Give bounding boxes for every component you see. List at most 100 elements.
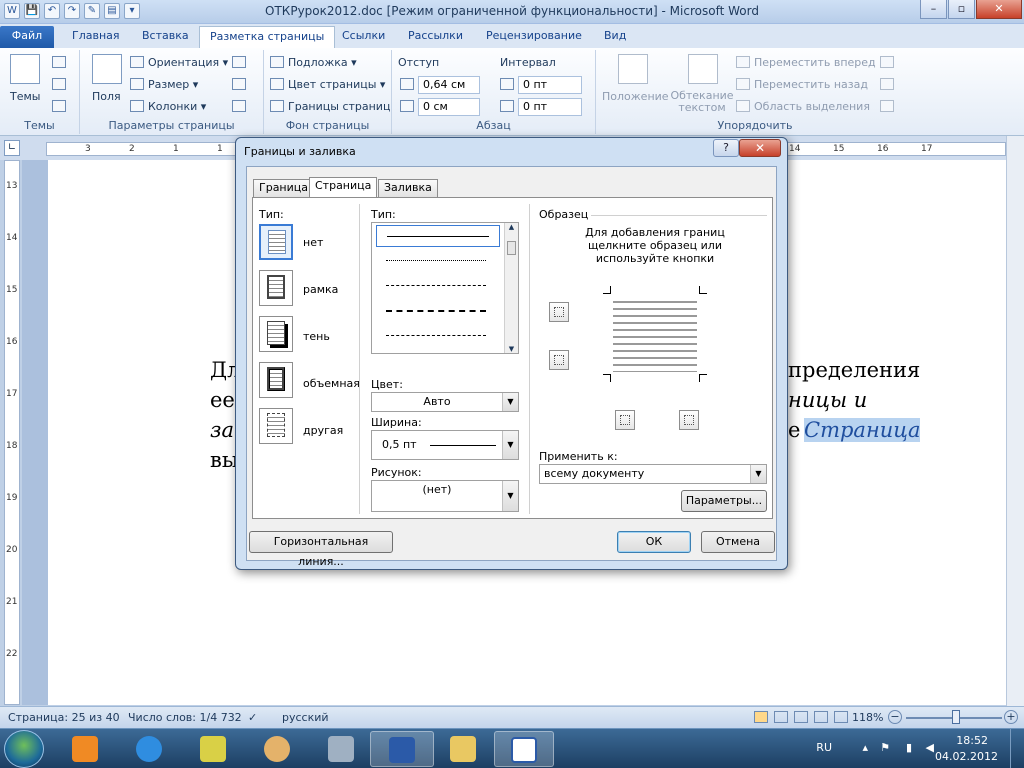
clock-date[interactable]: 04.02.2012 xyxy=(935,750,998,763)
indent-right-input[interactable]: 0 см xyxy=(418,98,480,116)
web-layout-icon[interactable] xyxy=(794,711,808,723)
chevron-down-icon[interactable]: ▼ xyxy=(502,431,518,459)
tab-page-layout[interactable]: Разметка страницы xyxy=(199,26,336,48)
tab-insert[interactable]: Вставка xyxy=(132,26,199,48)
tab-shading[interactable]: Заливка xyxy=(378,179,438,197)
page-borders-button[interactable]: Границы страниц xyxy=(270,100,390,113)
word-count[interactable]: Число слов: 1/4 732 xyxy=(128,711,242,724)
left-border-icon[interactable] xyxy=(615,410,635,430)
setting-custom-label[interactable]: другая xyxy=(303,424,343,437)
line-style-dashed-small[interactable] xyxy=(386,285,486,286)
themes-icon[interactable] xyxy=(10,54,40,84)
theme-fonts-icon[interactable] xyxy=(52,78,66,90)
tab-selector-icon[interactable]: ∟ xyxy=(4,140,20,156)
options-button[interactable]: Параметры... xyxy=(681,490,767,512)
line-numbers-icon[interactable] xyxy=(232,78,246,90)
taskbar-checklist[interactable] xyxy=(494,731,554,767)
clock-time[interactable]: 18:52 xyxy=(956,734,988,747)
rotate-icon[interactable] xyxy=(880,100,894,112)
network-icon[interactable]: ▮ xyxy=(906,741,912,754)
orientation-button[interactable]: Ориентация ▾ xyxy=(130,56,228,69)
indent-left-input[interactable]: 0,64 см xyxy=(418,76,480,94)
scroll-up-icon[interactable]: ▲ xyxy=(505,223,518,231)
selection-pane-button[interactable]: Область выделения xyxy=(736,100,870,113)
taskbar-word[interactable] xyxy=(370,731,434,767)
zoom-out-icon[interactable]: − xyxy=(888,710,902,724)
taskbar-explorer[interactable] xyxy=(438,731,488,767)
scroll-down-icon[interactable]: ▼ xyxy=(505,345,518,353)
setting-none-icon[interactable] xyxy=(259,224,293,260)
line-style-selected[interactable] xyxy=(376,225,500,247)
bottom-border-icon[interactable] xyxy=(549,350,569,370)
tray-arrow-icon[interactable]: ▴ xyxy=(862,741,868,754)
tab-borders[interactable]: Граница xyxy=(253,179,315,197)
print-layout-icon[interactable] xyxy=(754,711,768,723)
proofing-icon[interactable]: ✓ xyxy=(248,711,257,724)
position-button[interactable]: Положение xyxy=(602,90,669,103)
tab-view[interactable]: Вид xyxy=(594,26,636,48)
breaks-icon[interactable] xyxy=(232,56,246,68)
taskbar-abc-app[interactable] xyxy=(186,731,242,767)
send-backward-button[interactable]: Переместить назад xyxy=(736,78,868,91)
taskbar-media-player[interactable] xyxy=(58,731,114,767)
taskbar-calculator[interactable] xyxy=(314,731,370,767)
zoom-slider-thumb[interactable] xyxy=(952,710,960,724)
show-desktop-button[interactable] xyxy=(1010,729,1024,768)
scroll-thumb[interactable] xyxy=(507,241,516,255)
ok-button[interactable]: ОК xyxy=(617,531,691,553)
volume-icon[interactable]: ◀ xyxy=(926,741,934,754)
tab-references[interactable]: Ссылки xyxy=(332,26,395,48)
style-list-scrollbar[interactable]: ▲ ▼ xyxy=(504,223,518,353)
line-style-dotted[interactable] xyxy=(386,260,486,261)
right-border-icon[interactable] xyxy=(679,410,699,430)
position-icon[interactable] xyxy=(618,54,648,84)
size-button[interactable]: Размер ▾ xyxy=(130,78,198,91)
setting-shadow-label[interactable]: тень xyxy=(303,330,330,343)
group-objects-icon[interactable] xyxy=(880,78,894,90)
hyphenation-icon[interactable] xyxy=(232,100,246,112)
apply-to-combo[interactable]: всему документу ▼ xyxy=(539,464,767,484)
vertical-scrollbar[interactable] xyxy=(1006,136,1024,706)
setting-shadow-icon[interactable] xyxy=(259,316,293,352)
color-combo[interactable]: Авто ▼ xyxy=(371,392,519,412)
tab-home[interactable]: Главная xyxy=(62,26,130,48)
zoom-in-icon[interactable]: + xyxy=(1004,710,1018,724)
flag-icon[interactable]: ⚑ xyxy=(880,741,890,754)
preview-page[interactable] xyxy=(603,286,707,382)
setting-box-label[interactable]: рамка xyxy=(303,283,338,296)
taskbar-paint[interactable] xyxy=(250,731,306,767)
page-color-button[interactable]: Цвет страницы ▾ xyxy=(270,78,385,91)
close-button[interactable]: ✕ xyxy=(976,0,1022,19)
wrap-text-button[interactable]: Обтекание текстом xyxy=(670,90,734,114)
columns-button[interactable]: Колонки ▾ xyxy=(130,100,206,113)
setting-3d-icon[interactable] xyxy=(259,362,293,398)
top-border-icon[interactable] xyxy=(549,302,569,322)
bring-forward-button[interactable]: Переместить вперед xyxy=(736,56,876,69)
wrap-text-icon[interactable] xyxy=(688,54,718,84)
themes-button[interactable]: Темы xyxy=(10,90,40,103)
setting-custom-icon[interactable] xyxy=(259,408,293,444)
page-count[interactable]: Страница: 25 из 40 xyxy=(8,711,120,724)
tab-mailings[interactable]: Рассылки xyxy=(398,26,473,48)
line-style-list[interactable]: ▲ ▼ xyxy=(371,222,519,354)
tab-file[interactable]: Файл xyxy=(0,26,54,48)
dialog-close-button[interactable]: ✕ xyxy=(739,139,781,157)
theme-effects-icon[interactable] xyxy=(52,100,66,112)
margins-icon[interactable] xyxy=(92,54,122,84)
tab-page-border[interactable]: Страница xyxy=(309,177,378,198)
help-button[interactable]: ? xyxy=(713,139,739,157)
language-indicator[interactable]: русский xyxy=(282,711,329,724)
width-combo[interactable]: 0,5 пт ▼ xyxy=(371,430,519,460)
line-style-dash-dot[interactable] xyxy=(386,335,486,336)
watermark-button[interactable]: Подложка ▾ xyxy=(270,56,357,69)
setting-none-label[interactable]: нет xyxy=(303,236,323,249)
minimize-button[interactable]: – xyxy=(920,0,947,19)
horizontal-line-button[interactable]: Горизонтальная линия... xyxy=(249,531,393,568)
zoom-level[interactable]: 118% xyxy=(852,711,883,724)
start-button[interactable] xyxy=(4,730,44,768)
line-style-dashed-large[interactable] xyxy=(386,310,486,312)
chevron-down-icon[interactable]: ▼ xyxy=(502,481,518,511)
draft-icon[interactable] xyxy=(834,711,848,723)
spacing-before-input[interactable]: 0 пт xyxy=(518,76,582,94)
outline-icon[interactable] xyxy=(814,711,828,723)
